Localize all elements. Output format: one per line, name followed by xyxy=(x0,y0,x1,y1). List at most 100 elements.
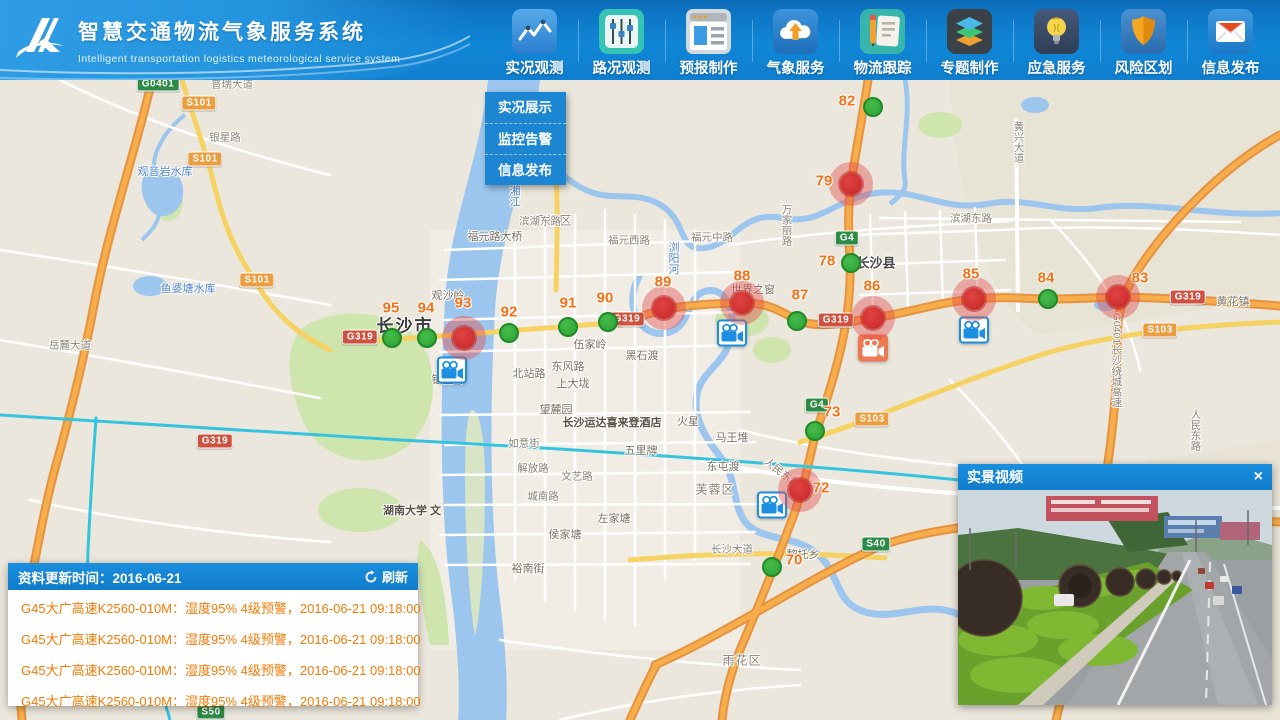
app-root: 长沙市长沙县黄花镇开福区芙蓉区雨花区观沙岭银盆岭伍家岭黑石渡北站路东风路上大垅世… xyxy=(0,0,1280,720)
nav-item-weather-service[interactable]: 气象服务 xyxy=(752,2,839,78)
traffic-marker-normal[interactable] xyxy=(863,97,883,117)
map-label: 福元路大桥 xyxy=(468,228,523,244)
nav-item-road-observation[interactable]: 路况观测 xyxy=(578,2,665,78)
nav-item-risk-zoning[interactable]: 风险区划 xyxy=(1100,2,1187,78)
traffic-marker-normal[interactable] xyxy=(1038,289,1058,309)
map-label: 马王堆 xyxy=(716,429,749,445)
map-label: 侯家塘 xyxy=(549,526,582,542)
map-label: 雨花区 xyxy=(722,652,761,669)
road-badge-S103: S103 xyxy=(854,412,889,427)
traffic-marker-alert[interactable] xyxy=(952,277,996,321)
update-time-label: 资料更新时间：2016-06-21 xyxy=(18,567,182,587)
layers-icon xyxy=(947,9,992,54)
line-chart-icon xyxy=(512,9,557,54)
traffic-marker-alert[interactable] xyxy=(829,162,873,206)
nav-item-label: 风险区划 xyxy=(1115,57,1173,78)
traffic-marker-alert[interactable] xyxy=(642,286,686,330)
road-badge-S40: S40 xyxy=(861,537,890,552)
close-icon[interactable]: × xyxy=(1254,469,1263,485)
map-label: 芙蓉区 xyxy=(695,481,734,498)
shield-icon xyxy=(1121,9,1166,54)
marker-value-label: 94 xyxy=(418,300,435,317)
traffic-marker-normal[interactable] xyxy=(841,253,861,273)
dropdown-item-live-display[interactable]: 实况展示 xyxy=(485,92,566,123)
video-camera-glyph xyxy=(720,323,744,343)
marker-value-label: 86 xyxy=(864,278,881,295)
map-label: G0401长沙绕城高速 xyxy=(1110,313,1125,408)
map-label: 黄花镇 xyxy=(1217,293,1250,309)
video-camera-glyph xyxy=(440,360,464,380)
nav-item-label: 信息发布 xyxy=(1202,57,1260,78)
map-label: 鱼婆塘水库 xyxy=(161,280,216,296)
marker-value-label: 78 xyxy=(819,253,836,270)
marker-value-label: 73 xyxy=(824,404,841,421)
main-nav: 实况观测路况观测预报制作气象服务物流跟踪 专题制作 应急服务 风险区划 信息发布 xyxy=(491,2,1274,78)
nav-item-live-observation[interactable]: 实况观测 xyxy=(491,2,578,78)
traffic-marker-alert[interactable] xyxy=(720,281,764,325)
marker-value-label: 79 xyxy=(816,173,833,190)
dropdown-item-monitor-alert[interactable]: 监控告警 xyxy=(485,123,566,154)
map-label: 解放路 xyxy=(517,461,549,476)
video-camera-glyph xyxy=(962,320,986,340)
map-label: 长沙县 xyxy=(856,253,895,272)
traffic-marker-normal[interactable] xyxy=(499,323,519,343)
road-badge-S101: S101 xyxy=(239,273,274,288)
nav-item-label: 物流跟踪 xyxy=(854,57,912,78)
alert-row: G45大广高速K2560-010M：湿度95% 4级预警，2016-06-21 … xyxy=(8,685,418,716)
app-titles: 智慧交通物流气象服务系统 Intelligent transportation … xyxy=(78,16,400,65)
traffic-marker-alert[interactable] xyxy=(442,316,486,360)
marker-value-label: 84 xyxy=(1038,270,1055,287)
map-label: 左家塘 xyxy=(598,510,631,526)
nav-item-label: 路况观测 xyxy=(593,57,651,78)
alert-panel: 资料更新时间：2016-06-21 刷新 G45大广高速K2560-010M：湿… xyxy=(8,563,418,706)
traffic-marker-normal[interactable] xyxy=(558,317,578,337)
map-label: 黑石渡 xyxy=(626,347,659,363)
marker-value-label: 83 xyxy=(1132,270,1149,287)
nav-item-info-release[interactable]: 信息发布 xyxy=(1187,2,1274,78)
marker-value-label: 90 xyxy=(597,290,614,307)
map-label: 滨湖东路 xyxy=(519,214,561,229)
nav-item-label: 应急服务 xyxy=(1028,57,1086,78)
camera-icon-blue[interactable] xyxy=(437,357,467,384)
traffic-marker-normal[interactable] xyxy=(598,312,618,332)
traffic-marker-normal[interactable] xyxy=(382,328,402,348)
app-header: 智慧交通物流气象服务系统 Intelligent transportation … xyxy=(0,0,1280,80)
nav-item-logistics-tracking[interactable]: 物流跟踪 xyxy=(839,2,926,78)
refresh-button[interactable]: 刷新 xyxy=(364,567,408,586)
nav-item-forecast-production[interactable]: 预报制作 xyxy=(665,2,752,78)
marker-value-label: 89 xyxy=(655,274,672,291)
alert-row: G45大广高速K2560-010M：湿度95% 4级预警，2016-06-21 … xyxy=(8,623,418,654)
marker-value-label: 93 xyxy=(455,295,472,312)
video-panel-title: 实景视频 xyxy=(967,467,1023,487)
alert-panel-header: 资料更新时间：2016-06-21 刷新 xyxy=(8,563,418,590)
dropdown-item-info-release[interactable]: 信息发布 xyxy=(485,154,566,185)
nav-item-emergency-service[interactable]: 应急服务 xyxy=(1013,2,1100,78)
bulb-icon xyxy=(1034,9,1079,54)
nav-item-thematic-production[interactable]: 专题制作 xyxy=(926,2,1013,78)
app-title: 智慧交通物流气象服务系统 xyxy=(78,16,400,46)
traffic-marker-normal[interactable] xyxy=(805,421,825,441)
road-badge-G4: G4 xyxy=(835,231,859,246)
road-badge-S103: S103 xyxy=(1142,323,1177,338)
sliders-icon xyxy=(599,9,644,54)
nav-item-label: 专题制作 xyxy=(941,57,999,78)
marker-value-label: 70 xyxy=(786,552,803,569)
marker-value-label: 87 xyxy=(792,287,809,304)
logo-banner: 智慧交通物流气象服务系统 Intelligent transportation … xyxy=(0,0,470,80)
traffic-marker-normal[interactable] xyxy=(787,311,807,331)
traffic-marker-normal[interactable] xyxy=(417,328,437,348)
map-label: 北站路 xyxy=(513,365,546,381)
marker-value-label: 91 xyxy=(560,295,577,312)
live-video-panel: 实景视频 × xyxy=(958,464,1272,705)
traffic-marker-normal[interactable] xyxy=(762,557,782,577)
map-canvas[interactable]: 长沙市长沙县黄花镇开福区芙蓉区雨花区观沙岭银盆岭伍家岭黑石渡北站路东风路上大垅世… xyxy=(0,80,1280,720)
map-label: 长沙大道 xyxy=(711,542,753,557)
marker-value-label: 88 xyxy=(734,268,751,285)
video-camera-glyph xyxy=(861,338,885,358)
pencil-paper-icon xyxy=(860,9,905,54)
alert-list: G45大广高速K2560-010M：湿度95% 4级预警，2016-06-21 … xyxy=(8,590,418,718)
map-label: 岳麓大道 xyxy=(49,338,91,353)
app-subtitle: Intelligent transportation logistics met… xyxy=(78,53,400,65)
map-label: 长沙运达喜来登酒店 xyxy=(563,414,662,430)
traffic-marker-alert[interactable] xyxy=(851,296,895,340)
